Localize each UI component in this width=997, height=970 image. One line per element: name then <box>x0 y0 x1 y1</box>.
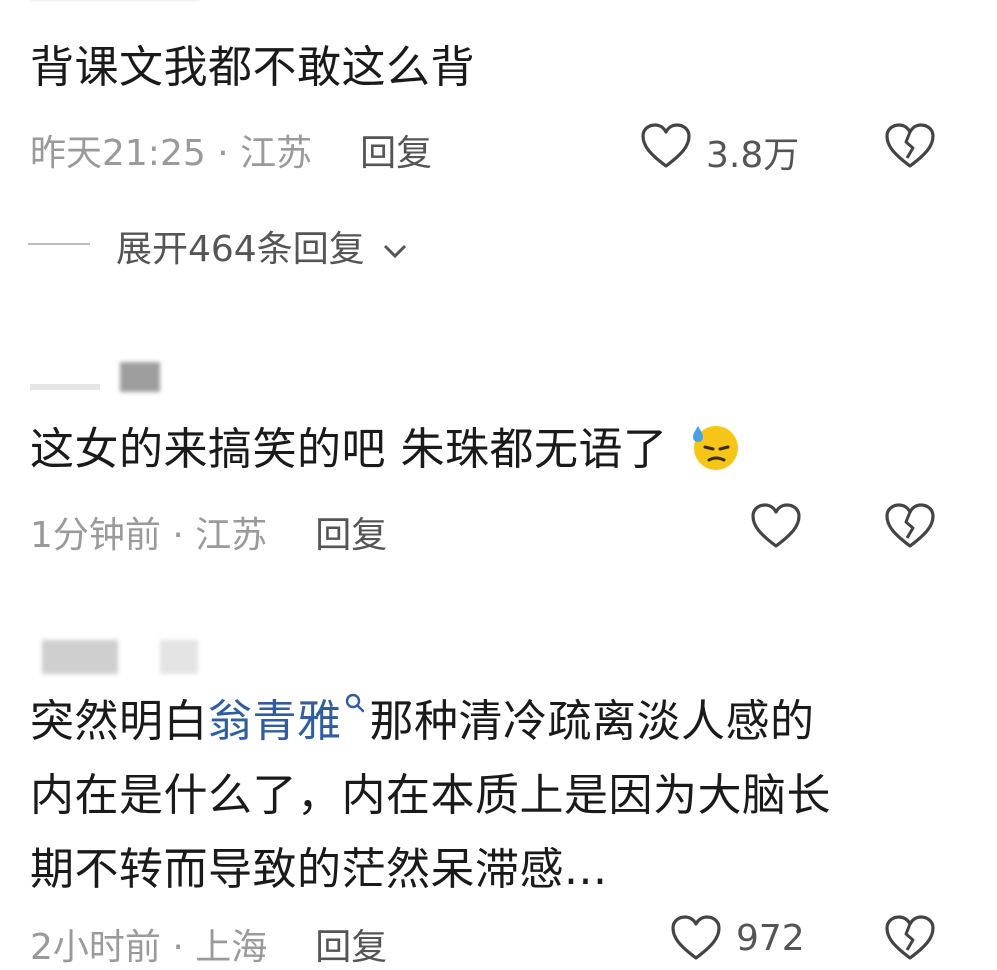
comment-2-time: 1分钟前 · 江苏 <box>30 515 268 556</box>
comment-3-time: 2小时前 · 上海 <box>30 927 268 968</box>
comment-3-line-2: 内在是什么了，内在本质上是因为大脑长 <box>30 770 831 821</box>
heart-outline-icon <box>671 915 721 960</box>
expand-replies-label: 展开464条回复 <box>116 229 365 270</box>
comment-1-time: 昨天21:25 · 江苏 <box>30 133 313 174</box>
comment-2-reply-button[interactable]: 回复 <box>315 515 387 556</box>
comment-2-like-button[interactable] <box>750 502 802 550</box>
comment-3-like-count: 972 <box>736 918 805 959</box>
broken-heart-icon <box>885 123 935 168</box>
cut-off-username <box>30 0 210 2</box>
broken-heart-icon <box>885 915 935 960</box>
comment-3-dislike-button[interactable] <box>884 914 936 962</box>
comment-1-like-count: 3.8万 <box>706 135 800 176</box>
search-icon <box>344 692 366 714</box>
expand-replies-button[interactable]: 展开464条回复 <box>116 220 408 272</box>
expand-divider <box>28 243 90 245</box>
comment-2-username-blur <box>30 384 100 390</box>
comment-1-text: 背课文我都不敢这么背 <box>30 42 475 93</box>
broken-heart-icon <box>885 503 935 548</box>
heart-outline-icon <box>641 123 691 168</box>
comment-3-text-after: 那种清冷疏离淡人感的 <box>369 696 815 747</box>
chevron-down-icon <box>382 242 408 260</box>
comment-3-meta: 2小时前 · 上海 回复 <box>30 918 387 970</box>
comment-2-meta: 1分钟前 · 江苏 回复 <box>30 506 387 558</box>
comment-1-meta: 昨天21:25 · 江苏 回复 <box>30 124 432 176</box>
comment-2-dislike-button[interactable] <box>884 502 936 550</box>
comment-3-username-blur <box>42 640 118 674</box>
comment-3-text-before: 突然明白 <box>30 696 208 747</box>
comment-3-like-button[interactable] <box>670 914 722 962</box>
comment-3-link[interactable]: 翁青雅 <box>208 696 342 747</box>
comment-3-reply-button[interactable]: 回复 <box>315 927 387 968</box>
sweat-emoji-icon <box>686 418 742 472</box>
comment-3-line-1: 突然明白翁青雅 那种清冷疏离淡人感的 <box>30 690 815 754</box>
comment-1-like-button[interactable] <box>640 122 692 170</box>
comment-3-line-3: 期不转而导致的茫然呆滞感... <box>30 844 608 895</box>
comment-1-reply-button[interactable]: 回复 <box>360 133 432 174</box>
comment-2-text-content: 这女的来搞笑的吧 朱珠都无语了 <box>30 424 668 475</box>
heart-outline-icon <box>751 503 801 548</box>
comment-2-text: 这女的来搞笑的吧 朱珠都无语了 <box>30 418 742 482</box>
comment-3-badge-blur <box>160 640 198 674</box>
comment-2-badge-blur <box>120 362 160 392</box>
comment-1-dislike-button[interactable] <box>884 122 936 170</box>
